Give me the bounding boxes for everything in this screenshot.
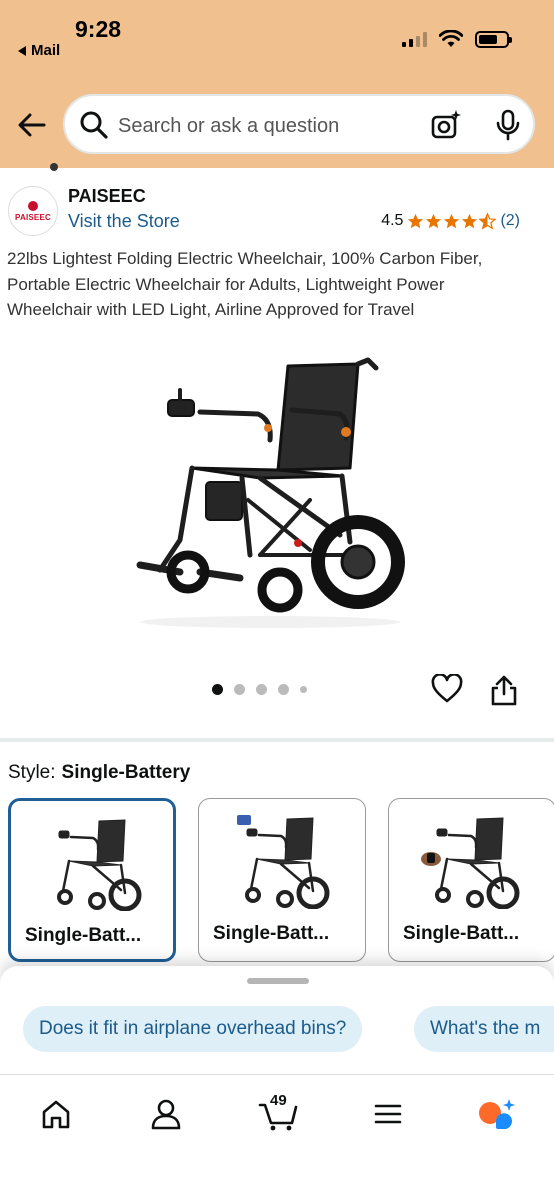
home-icon[interactable] bbox=[39, 1097, 73, 1131]
cellular-signal-icon bbox=[402, 31, 427, 47]
app-header: 9:28 Mail Search or ask a question bbox=[0, 0, 554, 168]
back-app-label: Mail bbox=[31, 42, 61, 59]
star-half-icon bbox=[479, 212, 497, 230]
carousel-dot[interactable] bbox=[212, 684, 223, 695]
status-icons bbox=[402, 30, 512, 48]
rating-value: 4.5 bbox=[381, 212, 404, 229]
brand-logo-text: PAISEEC bbox=[15, 212, 51, 222]
battery-icon bbox=[475, 30, 512, 48]
star-full-icon bbox=[444, 213, 460, 228]
brand-logo-mark bbox=[28, 200, 38, 211]
brand-logo[interactable]: PAISEEC bbox=[8, 186, 58, 236]
image-carousel-dots[interactable] bbox=[212, 684, 307, 695]
section-divider bbox=[0, 738, 554, 742]
share-icon[interactable] bbox=[490, 674, 518, 706]
variant-thumbnail bbox=[237, 815, 330, 909]
camera-search-icon[interactable] bbox=[430, 109, 462, 141]
back-triangle-icon bbox=[18, 46, 26, 57]
style-option-label: Single-Batt... bbox=[403, 923, 520, 944]
style-option[interactable]: Single-Batt... bbox=[388, 798, 554, 962]
rating-summary[interactable]: 4.5 (2) bbox=[381, 212, 520, 230]
style-option[interactable]: Single-Batt... bbox=[198, 798, 366, 962]
search-icon bbox=[80, 111, 108, 139]
carousel-dot[interactable] bbox=[300, 686, 307, 693]
cart-count-badge: 49 bbox=[270, 1092, 287, 1109]
star-full-icon bbox=[462, 213, 478, 228]
style-option-label: Single-Batt... bbox=[25, 925, 142, 946]
product-title: 22lbs Lightest Folding Electric Wheelcha… bbox=[7, 249, 483, 319]
style-option-label: Single-Batt... bbox=[213, 923, 330, 944]
variant-thumbnail bbox=[421, 817, 520, 909]
sheet-drag-handle[interactable] bbox=[247, 978, 309, 984]
ai-assistant-icon[interactable] bbox=[476, 1097, 516, 1131]
suggestion-chip[interactable]: Does it fit in airplane overhead bins? bbox=[23, 1006, 363, 1052]
status-time: 9:28 bbox=[75, 16, 122, 42]
brand-name: PAISEEC bbox=[68, 186, 146, 206]
microphone-icon[interactable] bbox=[495, 109, 521, 141]
style-value: Single-Battery bbox=[61, 762, 191, 783]
rating-count: (2) bbox=[500, 212, 520, 229]
account-icon[interactable] bbox=[149, 1097, 183, 1131]
decorative-dot bbox=[50, 163, 58, 171]
wifi-icon bbox=[439, 30, 463, 47]
menu-icon[interactable] bbox=[371, 1097, 405, 1131]
star-rating bbox=[407, 212, 497, 230]
search-bar[interactable]: Search or ask a question bbox=[63, 94, 535, 154]
suggestion-chip[interactable]: What's the m bbox=[414, 1006, 554, 1052]
suggestions-sheet: Does it fit in airplane overhead bins? W… bbox=[0, 966, 554, 1078]
back-to-mail-link[interactable]: Mail bbox=[18, 42, 60, 59]
visit-store-link[interactable]: Visit the Store bbox=[68, 211, 180, 232]
star-full-icon bbox=[408, 213, 424, 228]
style-label: Style: bbox=[8, 762, 56, 783]
back-arrow-icon[interactable] bbox=[16, 109, 48, 141]
carousel-dot[interactable] bbox=[234, 684, 245, 695]
search-input[interactable]: Search or ask a question bbox=[118, 115, 339, 138]
carousel-dot[interactable] bbox=[278, 684, 289, 695]
style-selector-label: Style: Single-Battery bbox=[8, 762, 190, 784]
star-full-icon bbox=[426, 213, 442, 228]
variant-thumbnail bbox=[57, 819, 142, 911]
carousel-dot[interactable] bbox=[256, 684, 267, 695]
style-option[interactable]: Single-Batt... bbox=[8, 798, 176, 962]
heart-icon[interactable] bbox=[431, 674, 463, 704]
product-image[interactable] bbox=[110, 350, 420, 640]
